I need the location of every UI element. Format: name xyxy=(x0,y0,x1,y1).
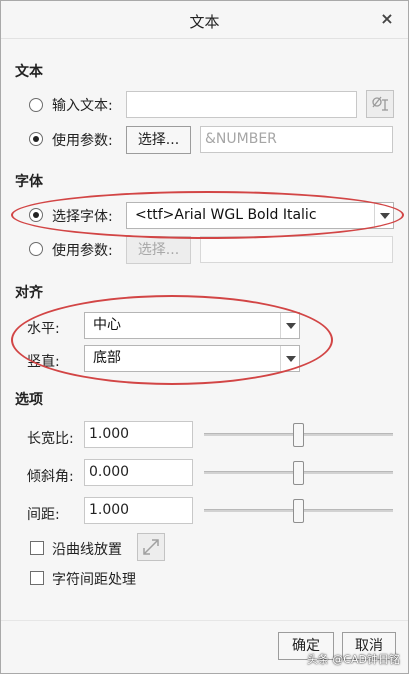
horizontal-label: 水平: xyxy=(27,321,60,337)
horizontal-combo[interactable]: 中心 xyxy=(84,312,300,339)
font-combo-value: <ttf>Arial WGL Bold Italic xyxy=(135,207,317,223)
watermark: 头条 @CAD钟日铭 xyxy=(306,653,400,666)
radio-enter-text[interactable] xyxy=(29,98,43,112)
slant-slider-thumb[interactable] xyxy=(293,461,304,485)
aspect-slider-thumb[interactable] xyxy=(293,423,304,447)
kerning-checkbox[interactable] xyxy=(30,571,44,585)
along-curve-label: 沿曲线放置 xyxy=(52,542,122,558)
vertical-combo[interactable]: 底部 xyxy=(84,345,300,372)
section-heading-text: 文本 xyxy=(15,64,43,80)
special-symbol-icon[interactable] xyxy=(366,90,394,118)
aspect-label: 长宽比: xyxy=(27,431,74,447)
vertical-label: 竖直: xyxy=(27,354,60,370)
flip-direction-icon[interactable] xyxy=(137,533,165,561)
spacing-slider-thumb[interactable] xyxy=(293,499,304,523)
title-bar: 文本 × xyxy=(1,1,408,39)
radio-select-font[interactable] xyxy=(29,208,43,222)
dialog-title: 文本 xyxy=(189,13,220,31)
spacing-input[interactable]: 1.000 xyxy=(84,497,193,524)
section-heading-font: 字体 xyxy=(15,174,43,190)
section-heading-align: 对齐 xyxy=(15,285,43,301)
spacing-label: 间距: xyxy=(27,507,60,523)
aspect-input[interactable]: 1.000 xyxy=(84,421,193,448)
section-heading-options: 选项 xyxy=(15,392,43,408)
footer-divider xyxy=(1,620,408,621)
horizontal-combo-value: 中心 xyxy=(93,317,121,333)
enter-text-label: 输入文本: xyxy=(52,98,113,114)
enter-text-input[interactable] xyxy=(126,91,357,118)
font-combo[interactable]: <ttf>Arial WGL Bold Italic xyxy=(126,202,394,229)
kerning-label: 字符间距处理 xyxy=(52,572,136,588)
use-param-label: 使用参数: xyxy=(52,133,113,149)
select-font-label: 选择字体: xyxy=(52,209,113,225)
slant-input[interactable]: 0.000 xyxy=(84,459,193,486)
vertical-combo-value: 底部 xyxy=(93,350,121,366)
chevron-down-icon[interactable] xyxy=(280,313,299,338)
along-curve-checkbox[interactable] xyxy=(30,541,44,555)
chevron-down-icon[interactable] xyxy=(280,346,299,371)
slant-label: 倾斜角: xyxy=(27,469,74,485)
font-param-input[interactable] xyxy=(200,236,393,263)
radio-use-param-font[interactable] xyxy=(29,242,43,256)
radio-use-param-text[interactable] xyxy=(29,132,43,146)
text-dialog: 文本 × 文本 输入文本: 使用参数: 选择... &NUMBER 字体 选择字… xyxy=(0,0,409,674)
param-input[interactable]: &NUMBER xyxy=(200,126,393,153)
select-param-button[interactable]: 选择... xyxy=(126,126,191,154)
close-icon[interactable]: × xyxy=(378,10,396,28)
chevron-down-icon[interactable] xyxy=(374,203,393,228)
font-select-param-button[interactable]: 选择... xyxy=(126,236,191,264)
font-use-param-label: 使用参数: xyxy=(52,243,113,259)
